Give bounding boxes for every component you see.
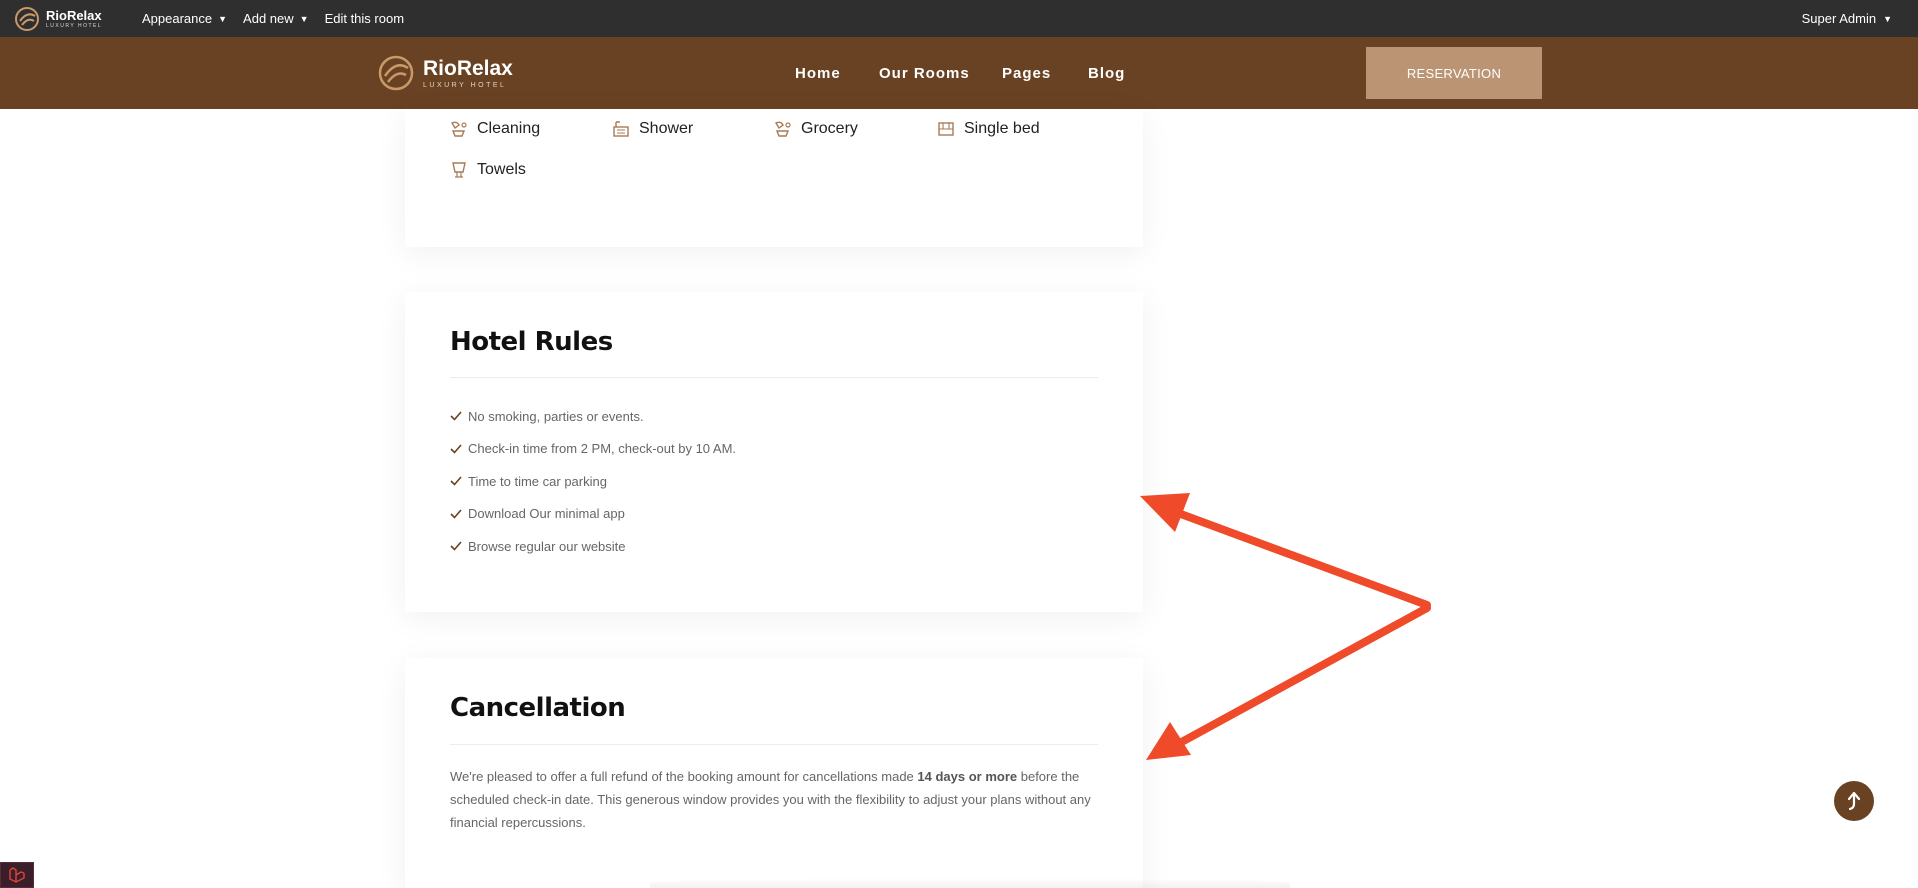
caret-down-icon: ▼: [218, 13, 228, 24]
admin-menu-label: Edit this room: [324, 11, 405, 26]
towels-icon: [452, 162, 466, 178]
admin-menu-appearance[interactable]: Appearance ▼: [142, 11, 227, 26]
rule-text: Browse regular our website: [468, 538, 626, 554]
rule-item: No smoking, parties or events.: [450, 400, 736, 433]
divider: [450, 377, 1098, 378]
rule-item: Check-in time from 2 PM, check-out by 10…: [450, 433, 736, 466]
rule-item: Time to time car parking: [450, 465, 736, 498]
check-icon: [450, 444, 462, 454]
amenity-item: Single bed: [936, 119, 1040, 139]
rule-item: Download Our minimal app: [450, 498, 736, 531]
hotel-rules-list: No smoking, parties or events. Check-in …: [450, 400, 736, 563]
nav-pages[interactable]: Pages: [1002, 65, 1051, 82]
arrow-up-icon: [1847, 791, 1861, 811]
nav-our-rooms[interactable]: Our Rooms: [879, 65, 970, 82]
admin-menu-label: Appearance: [142, 11, 213, 26]
rule-text: Time to time car parking: [468, 473, 607, 489]
cancellation-title: Cancellation: [450, 693, 626, 723]
reservation-button[interactable]: RESERVATION: [1366, 47, 1542, 99]
grocery-icon: [774, 121, 791, 137]
amenity-label: Grocery: [801, 120, 858, 137]
main-nav: Home Our Rooms Pages Blog: [0, 37, 1918, 109]
rule-item: Browse regular our website: [450, 530, 736, 563]
hotel-rules-title: Hotel Rules: [450, 327, 613, 357]
rule-text: No smoking, parties or events.: [468, 408, 644, 424]
admin-logo-sub: LUXURY HOTEL: [46, 22, 103, 29]
single-bed-icon: [938, 122, 954, 136]
admin-user-label: Super Admin: [1801, 11, 1877, 26]
amenity-item: Cleaning: [449, 119, 540, 139]
laravel-icon: [9, 867, 25, 883]
rule-text: Check-in time from 2 PM, check-out by 10…: [468, 441, 737, 457]
cancellation-text-before: We're pleased to offer a full refund of …: [450, 769, 918, 784]
shower-icon: [613, 121, 629, 137]
admin-user-menu[interactable]: Super Admin ▼: [1802, 0, 1892, 37]
admin-bar: RioRelax LUXURY HOTEL Appearance ▼ Add n…: [0, 0, 1918, 37]
cancellation-text: We're pleased to offer a full refund of …: [450, 765, 1100, 834]
check-icon: [450, 476, 462, 486]
amenity-label: Cleaning: [477, 120, 541, 137]
check-icon: [450, 509, 462, 519]
annotation-arrow-upper: [1140, 493, 1431, 609]
cleaning-icon: [450, 121, 467, 137]
amenities-card: Cleaning Shower Grocery Single bed Towel…: [405, 109, 1143, 247]
hotel-rules-card: Hotel Rules No smoking, parties or event…: [405, 292, 1143, 612]
riorelax-logo-icon: [15, 6, 39, 31]
check-icon: [450, 411, 462, 421]
annotation-arrow-lower: [1146, 604, 1431, 760]
divider: [450, 744, 1098, 745]
admin-menu-label: Add new: [243, 11, 294, 26]
cancellation-card: Cancellation We're pleased to offer a fu…: [405, 658, 1143, 888]
caret-down-icon: ▼: [1883, 13, 1892, 24]
cancellation-text-bold: 14 days or more: [917, 769, 1018, 784]
admin-logo[interactable]: RioRelax LUXURY HOTEL: [14, 6, 126, 32]
caret-down-icon: ▼: [299, 13, 309, 24]
amenity-label: Single bed: [964, 120, 1040, 137]
nav-home[interactable]: Home: [795, 65, 841, 82]
back-to-top-button[interactable]: [1834, 781, 1874, 821]
amenity-label: Shower: [639, 120, 694, 137]
amenity-item: Shower: [611, 119, 693, 139]
rule-text: Download Our minimal app: [468, 506, 625, 522]
amenity-label: Towels: [477, 161, 526, 178]
debugbar-toggle[interactable]: [0, 862, 34, 888]
bottom-shadow: [650, 878, 1290, 888]
amenity-item: Towels: [449, 160, 526, 180]
admin-logo-name: RioRelax: [46, 7, 102, 23]
admin-menu-edit-room[interactable]: Edit this room: [325, 11, 404, 26]
check-icon: [450, 541, 462, 551]
nav-blog[interactable]: Blog: [1088, 65, 1125, 82]
amenity-item: Grocery: [773, 119, 858, 139]
admin-menu: Appearance ▼ Add new ▼ Edit this room: [126, 11, 404, 26]
admin-menu-add-new[interactable]: Add new ▼: [243, 11, 309, 26]
site-header: RioRelax LUXURY HOTEL Home Our Rooms Pag…: [0, 37, 1918, 109]
